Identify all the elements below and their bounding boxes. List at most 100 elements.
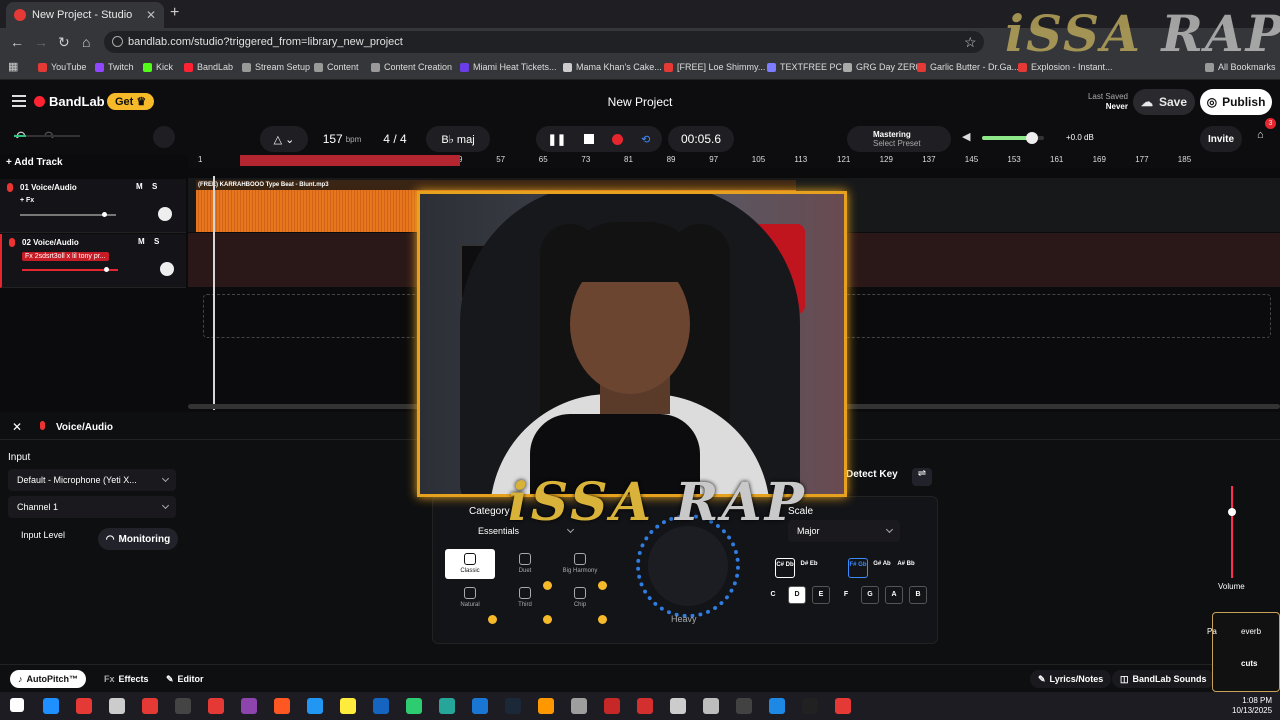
autopitch-mode-classic[interactable]: Classic [445, 549, 495, 579]
key-natural-button[interactable]: B [909, 586, 927, 604]
settings-sliders-icon[interactable]: ⇌ [912, 468, 932, 486]
slider-thumb[interactable] [102, 212, 107, 217]
key-natural-button[interactable]: D [788, 586, 806, 604]
taskbar-app-icon[interactable] [142, 698, 158, 714]
bookmark-item[interactable]: BandLab [184, 62, 233, 72]
taskbar-app-icon[interactable] [274, 698, 290, 714]
track-header-1[interactable]: 01 Voice/Audio M S + Fx [0, 179, 186, 233]
bookmark-item[interactable]: Content [314, 62, 359, 72]
taskbar-app-icon[interactable] [637, 698, 653, 714]
effects-tab[interactable]: Fx Effects [96, 670, 157, 688]
system-clock[interactable]: 1:08 PM 10/13/2025 [1232, 696, 1272, 716]
key-sharp-button[interactable]: A# Bb [896, 558, 916, 578]
channel-select[interactable]: Channel 1 [8, 496, 176, 518]
taskbar-app-icon[interactable] [43, 698, 59, 714]
taskbar-app-icon[interactable] [340, 698, 356, 714]
get-membership-button[interactable]: Get ♛ [107, 93, 155, 110]
track-volume-slider[interactable] [22, 267, 118, 272]
bookmark-item[interactable]: Twitch [95, 62, 134, 72]
invite-button[interactable]: Invite [1200, 126, 1242, 152]
key-sharp-button[interactable]: F# Gb [848, 558, 868, 578]
bookmark-item[interactable]: Content Creation [371, 62, 452, 72]
autopitch-mode-chip[interactable]: Chip [555, 583, 605, 613]
key-sharp-button[interactable]: G# Ab [872, 558, 892, 578]
taskbar-app-icon[interactable] [604, 698, 620, 714]
volume-thumb[interactable] [1228, 507, 1236, 516]
loop-region[interactable] [240, 155, 460, 166]
fx-chain-tag[interactable]: Fx 2sdsrt3oll x lil tony pr... [22, 252, 109, 261]
dial-knob[interactable] [648, 526, 728, 606]
pan-knob[interactable] [160, 262, 174, 276]
taskbar-app-icon[interactable] [76, 698, 92, 714]
bookmark-item[interactable]: YouTube [38, 62, 86, 72]
bookmark-item[interactable]: GRG Day ZER0 [843, 62, 921, 72]
taskbar-app-icon[interactable] [736, 698, 752, 714]
bandlab-logo[interactable]: BandLab [34, 94, 105, 109]
autopitch-mode-duet[interactable]: Duet [500, 549, 550, 579]
bookmark-star-icon[interactable]: ☆ [964, 34, 977, 51]
key-natural-button[interactable]: C [764, 586, 782, 604]
taskbar-app-icon[interactable] [472, 698, 488, 714]
taskbar-app-icon[interactable] [373, 698, 389, 714]
pause-icon[interactable]: ❚❚ [548, 133, 566, 146]
gift-icon[interactable]: ⌂ [1257, 129, 1264, 141]
home-icon[interactable]: ⌂ [82, 34, 90, 50]
add-track-button[interactable]: + Add Track [6, 157, 63, 168]
address-bar[interactable]: bandlab.com/studio?triggered_from=librar… [104, 31, 984, 53]
editor-tab[interactable]: ✎ Editor [158, 670, 212, 688]
taskbar-app-icon[interactable] [175, 698, 191, 714]
volume-slider[interactable] [1228, 486, 1236, 578]
autopitch-mode-natural[interactable]: Natural [445, 583, 495, 613]
taskbar-app-icon[interactable] [835, 698, 851, 714]
apps-grid-icon[interactable]: ▦ [8, 60, 18, 73]
slider-thumb[interactable] [104, 267, 109, 272]
taskbar-app-icon[interactable] [505, 698, 521, 714]
autopitch-tab[interactable]: ♪ AutoPitch™ [10, 670, 86, 688]
taskbar-app-icon[interactable] [802, 698, 818, 714]
key-natural-button[interactable]: G [861, 586, 879, 604]
tempo-field[interactable]: 157 bpm [314, 126, 370, 152]
windows-start-icon[interactable] [10, 698, 24, 712]
solo-button[interactable]: S [152, 182, 157, 191]
mute-button[interactable]: M [136, 182, 143, 191]
project-title[interactable]: New Project [560, 95, 720, 109]
key-natural-button[interactable]: F [837, 586, 855, 604]
taskbar-app-icon[interactable] [307, 698, 323, 714]
track-header-2[interactable]: 02 Voice/Audio M S Fx 2sdsrt3oll x lil t… [0, 234, 186, 288]
browser-tab[interactable]: New Project - Studio ✕ [6, 2, 164, 28]
taskbar-app-icon[interactable] [571, 698, 587, 714]
all-bookmarks[interactable]: All Bookmarks [1205, 62, 1276, 72]
taskbar-app-icon[interactable] [109, 698, 125, 714]
pan-knob[interactable] [158, 207, 172, 221]
key-sharp-button[interactable]: C# Db [775, 558, 795, 578]
bookmark-item[interactable]: Explosion - Instant... [1018, 62, 1113, 72]
solo-button[interactable]: S [154, 237, 159, 246]
key-natural-button[interactable]: A [885, 586, 903, 604]
key-sharp-button[interactable]: D# Eb [799, 558, 819, 578]
site-info-icon[interactable] [112, 36, 123, 47]
loop-icon[interactable]: ⟲ [641, 133, 650, 146]
bookmark-item[interactable]: [FREE] Loe Shimmy... [664, 62, 765, 72]
publish-button[interactable]: ◎ Publish [1200, 89, 1272, 115]
track-name[interactable]: 02 Voice/Audio [22, 238, 79, 247]
bookmark-item[interactable]: Miami Heat Tickets... [460, 62, 557, 72]
bookmark-item[interactable]: Kick [143, 62, 173, 72]
playhead[interactable] [213, 176, 215, 410]
autopitch-mode-big-harmony[interactable]: Big Harmony [555, 549, 605, 579]
taskbar-app-icon[interactable] [538, 698, 554, 714]
master-volume-slider[interactable] [982, 132, 1044, 144]
bookmark-item[interactable]: Garlic Butter - Dr.Ga... [917, 62, 1019, 72]
track-volume-slider[interactable] [20, 212, 116, 217]
input-device-select[interactable]: Default - Microphone (Yeti X... [8, 469, 176, 491]
mute-button[interactable]: M [138, 237, 145, 246]
taskbar-app-icon[interactable] [703, 698, 719, 714]
master-volume-knob[interactable] [1025, 132, 1038, 144]
metronome-button[interactable]: △ ⌄ [260, 126, 308, 152]
menu-icon[interactable] [12, 95, 26, 107]
mastering-button[interactable]: Mastering Select Preset [847, 126, 951, 152]
save-button[interactable]: ☁ Save [1133, 89, 1195, 115]
time-signature[interactable]: 4 / 4 [374, 126, 416, 152]
reload-icon[interactable]: ↻ [58, 34, 70, 51]
back-icon[interactable]: ← [10, 34, 24, 50]
close-editor-icon[interactable]: ✕ [12, 420, 22, 434]
